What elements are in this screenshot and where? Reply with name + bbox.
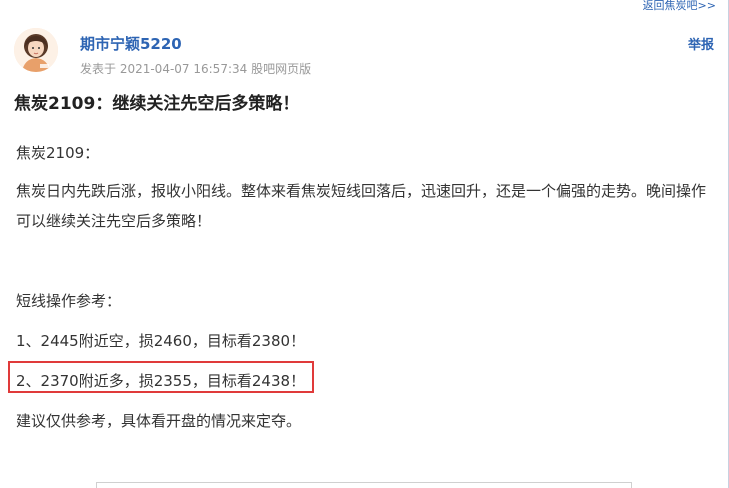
report-button[interactable]: 举报 xyxy=(688,34,714,53)
bottom-panel-edge xyxy=(96,482,632,488)
paragraph-disclaimer: 建议仅供参考，具体看开盘的情况来定夺。 xyxy=(16,412,302,430)
paragraph-analysis: 焦炭日内先跌后涨，报收小阳线。整体来看焦炭短线回落后，迅速回升，还是一个偏强的走… xyxy=(16,182,707,230)
avatar-icon xyxy=(14,28,58,72)
post-title: 焦炭2109：继续关注先空后多策略！ xyxy=(14,94,300,114)
back-to-forum-link[interactable]: 返回焦炭吧>> xyxy=(643,0,716,12)
highlight-box xyxy=(8,361,314,393)
paragraph-short-plan: 1、2445附近空，损2460，目标看2380！ xyxy=(16,332,306,350)
avatar[interactable] xyxy=(14,28,58,72)
author-name-link[interactable]: 期市宁颖5220 xyxy=(80,33,182,54)
post-frame: 返回焦炭吧>> 期市宁颖5220 发表于 2021-04-07 16:57:34… xyxy=(0,0,729,488)
paragraph-reference-heading: 短线操作参考： xyxy=(16,292,122,310)
post-meta: 发表于 2021-04-07 16:57:34 股吧网页版 xyxy=(80,62,312,76)
paragraph-subject: 焦炭2109： xyxy=(16,144,100,162)
